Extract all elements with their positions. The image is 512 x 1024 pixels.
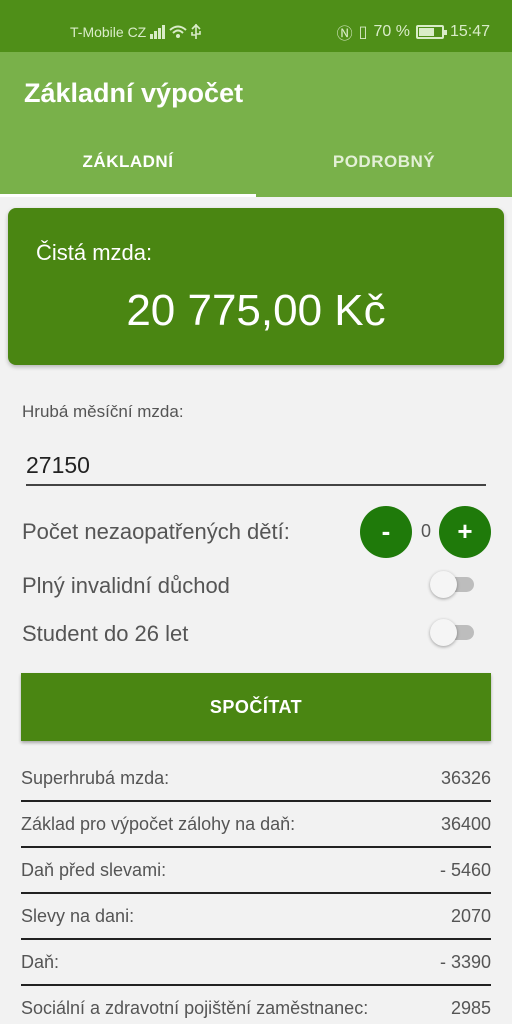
results-list: Superhrubá mzda: 36326 Základ pro výpoče… xyxy=(21,756,491,1024)
student-label: Student do 26 let xyxy=(22,621,189,646)
result-label: Superhrubá mzda: xyxy=(21,768,170,788)
children-label: Počet nezaopatřených dětí: xyxy=(22,519,290,544)
disability-toggle[interactable] xyxy=(430,571,476,598)
result-label: Daň: xyxy=(21,952,60,972)
toggle-thumb xyxy=(430,619,457,646)
children-count: 0 xyxy=(420,521,431,541)
result-label: Slevy na dani: xyxy=(21,906,135,926)
result-value: 2070 xyxy=(450,906,491,926)
result-value: 2985 xyxy=(450,998,491,1018)
net-wage-label: Čistá mzda: xyxy=(36,240,153,265)
battery-percent: 70 % xyxy=(373,23,410,40)
result-value: 36326 xyxy=(440,768,491,788)
gross-wage-label: Hrubá měsíční mzda: xyxy=(22,402,184,421)
battery-fill xyxy=(418,28,434,36)
clock: 15:47 xyxy=(449,23,490,40)
battery-icon xyxy=(415,25,447,39)
calculate-button[interactable]: SPOČÍTAT xyxy=(21,673,491,741)
tab-basic[interactable]: ZÁKLADNÍ xyxy=(0,152,256,172)
page-title: Základní výpočet xyxy=(24,78,244,108)
tab-detailed[interactable]: PODROBNÝ xyxy=(256,152,512,172)
carrier-name: T-Mobile CZ xyxy=(70,24,147,40)
signal-wifi-usb-icons xyxy=(150,22,202,43)
result-row-tax-base: Základ pro výpočet zálohy na daň: 36400 xyxy=(21,802,491,848)
vibrate-icon: ▯ xyxy=(358,24,368,41)
result-row-super-gross: Superhrubá mzda: 36326 xyxy=(21,756,491,802)
result-label: Daň před slevami: xyxy=(21,860,167,880)
result-row-tax: Daň: - 3390 xyxy=(21,940,491,986)
result-label: Základ pro výpočet zálohy na daň: xyxy=(21,814,296,834)
toggle-thumb xyxy=(430,571,457,598)
result-value: 36400 xyxy=(440,814,491,834)
net-wage-value: 20 775,00 Kč xyxy=(126,286,386,335)
result-label: Sociální a zdravotní pojištění zaměstnan… xyxy=(21,998,369,1018)
result-value: - 3390 xyxy=(439,952,491,972)
result-row-insurance: Sociální a zdravotní pojištění zaměstnan… xyxy=(21,986,491,1024)
disability-label: Plný invalidní důchod xyxy=(22,573,230,598)
increase-children-button[interactable]: + xyxy=(439,506,491,558)
status-bar: T-Mobile CZ Ⓝ ▯ 70 % 15:47 xyxy=(0,0,512,52)
result-value: - 5460 xyxy=(439,860,491,880)
app-bar: Základní výpočet ZÁKLADNÍ PODROBNÝ xyxy=(0,52,512,197)
student-toggle[interactable] xyxy=(430,619,476,646)
net-wage-card: Čistá mzda: 20 775,00 Kč xyxy=(8,208,504,365)
result-row-tax-discounts: Slevy na dani: 2070 xyxy=(21,894,491,940)
decrease-children-button[interactable]: - xyxy=(360,506,412,558)
tab-indicator xyxy=(0,194,256,197)
gross-wage-input[interactable] xyxy=(26,446,486,486)
result-row-tax-before-discounts: Daň před slevami: - 5460 xyxy=(21,848,491,894)
nfc-icon: Ⓝ xyxy=(336,26,353,43)
signal-icon xyxy=(150,23,201,39)
status-right: Ⓝ ▯ 70 % 15:47 xyxy=(337,20,490,44)
